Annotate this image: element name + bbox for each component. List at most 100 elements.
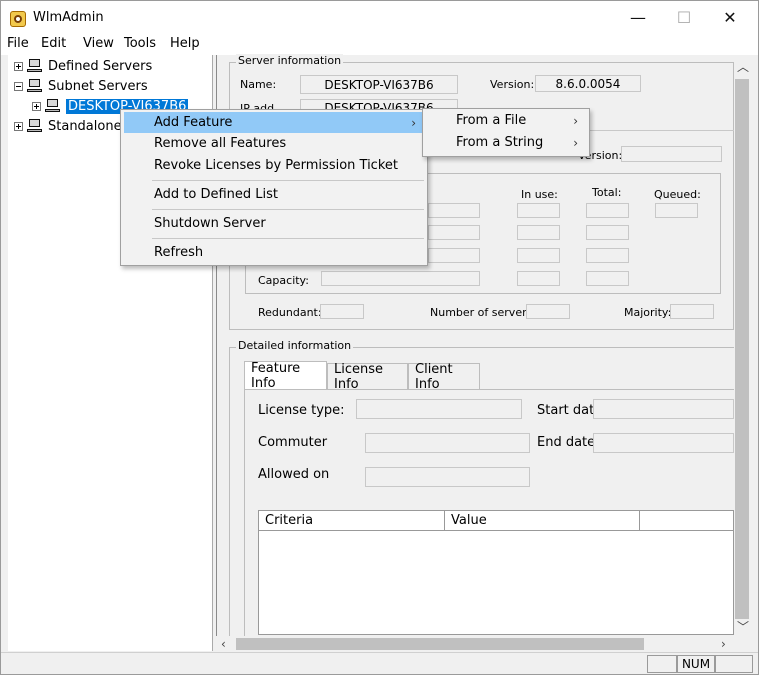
scroll-corner: [734, 636, 751, 652]
group-title: Server information: [236, 54, 344, 67]
menu-shutdown-server[interactable]: Shutdown Server: [124, 213, 426, 234]
allowed-on-field: [365, 467, 530, 487]
name-field: DESKTOP-VI637B6: [300, 75, 458, 94]
stat-field: [517, 248, 560, 263]
redundant-field: [320, 304, 364, 319]
submenu-arrow-icon: ›: [573, 113, 578, 128]
tab-client-info[interactable]: Client Info: [408, 362, 480, 392]
tree-item-defined-servers[interactable]: Defined Servers: [14, 56, 152, 76]
start-date-field: [593, 399, 734, 419]
stat-field: [655, 203, 698, 218]
menu-tools[interactable]: Tools: [124, 36, 156, 51]
status-bar: NUM: [1, 652, 758, 674]
scroll-right-icon[interactable]: ›: [721, 637, 726, 651]
stat-field: [428, 203, 480, 218]
num-servers-label: Number of servers:: [430, 306, 537, 319]
menu-bar: File Edit View Tools Help: [1, 33, 758, 55]
menu-view[interactable]: View: [83, 36, 114, 51]
commuter-label: Commuter: [258, 435, 328, 450]
column-empty[interactable]: [640, 511, 735, 531]
queued-label: Queued:: [654, 188, 701, 201]
criteria-list[interactable]: Criteria Value: [258, 510, 735, 635]
menu-separator: [152, 209, 424, 210]
version-label: Version:: [490, 78, 535, 91]
menu-remove-all-features[interactable]: Remove all Features: [124, 133, 426, 154]
menu-revoke-licenses[interactable]: Revoke Licenses by Permission Ticket: [124, 155, 426, 176]
end-date-field: [593, 433, 734, 453]
stat-field: [586, 203, 629, 218]
menu-add-to-defined-list[interactable]: Add to Defined List: [124, 184, 426, 205]
app-icon: [10, 11, 26, 27]
tree-item-subnet-servers[interactable]: Subnet Servers: [14, 76, 148, 96]
commuter-field: [365, 433, 530, 453]
scroll-up-icon[interactable]: ︿: [737, 58, 749, 75]
menu-help[interactable]: Help: [170, 36, 200, 51]
menu-file[interactable]: File: [7, 36, 29, 51]
version-field: 8.6.0.0054: [535, 75, 641, 92]
server-group-icon: [26, 58, 44, 74]
menu-separator: [152, 238, 424, 239]
name-label: Name:: [240, 78, 277, 91]
license-type-label: License type:: [258, 403, 345, 418]
allowed-on-label: Allowed on: [258, 467, 330, 482]
stat-field: [517, 203, 560, 218]
status-cell-empty: [647, 655, 677, 673]
minimize-button[interactable]: —: [615, 1, 661, 33]
collapse-icon[interactable]: [14, 81, 23, 91]
add-feature-submenu: From a File › From a String ›: [422, 108, 590, 157]
stat-field: [517, 271, 560, 286]
maximize-button[interactable]: ☐: [661, 1, 707, 33]
server-group-icon: [26, 78, 44, 94]
context-menu: Add Feature › Remove all Features Revoke …: [120, 109, 428, 266]
majority-field: [670, 304, 714, 319]
column-criteria[interactable]: Criteria: [259, 511, 445, 531]
stat-field: [586, 248, 629, 263]
stat-field: [586, 225, 629, 240]
in-use-label: In use:: [521, 188, 558, 201]
close-button[interactable]: ✕: [707, 1, 753, 33]
end-date-label: End date:: [537, 435, 600, 450]
total-label: Total:: [592, 186, 622, 199]
server-group-icon: [26, 118, 44, 134]
license-type-field: [356, 399, 522, 419]
submenu-arrow-icon: ›: [573, 135, 578, 150]
server-icon: [44, 98, 62, 114]
vertical-scroll-thumb[interactable]: [735, 79, 749, 619]
status-cell-empty: [715, 655, 753, 673]
num-servers-field: [526, 304, 570, 319]
capacity-field: [321, 271, 480, 286]
tree-label: Defined Servers: [48, 58, 153, 74]
menu-from-a-string[interactable]: From a String ›: [426, 132, 588, 153]
version2-field: [621, 146, 722, 162]
capacity-label: Capacity:: [258, 274, 309, 287]
column-value[interactable]: Value: [445, 511, 640, 531]
horizontal-scroll-thumb[interactable]: [236, 638, 644, 650]
stat-field: [428, 225, 480, 240]
stat-field: [517, 225, 560, 240]
tab-license-info[interactable]: License Info: [327, 362, 408, 392]
stat-field: [586, 271, 629, 286]
tree-label: Subnet Servers: [48, 78, 148, 94]
tree-label: Standalone: [48, 118, 122, 134]
tab-feature-info[interactable]: Feature Info: [244, 361, 327, 391]
expand-icon[interactable]: [14, 121, 23, 131]
expand-icon[interactable]: [14, 61, 23, 71]
menu-separator: [152, 180, 424, 181]
submenu-arrow-icon: ›: [411, 115, 416, 130]
status-num: NUM: [677, 655, 715, 673]
title-bar: WlmAdmin — ☐ ✕: [1, 1, 758, 33]
menu-edit[interactable]: Edit: [41, 36, 66, 51]
redundant-label: Redundant:: [258, 306, 322, 319]
scroll-left-icon[interactable]: ‹: [221, 637, 226, 651]
scroll-down-icon[interactable]: ﹀: [737, 618, 749, 635]
menu-from-a-file[interactable]: From a File ›: [426, 110, 588, 131]
main-window: WlmAdmin — ☐ ✕ File Edit View Tools Help…: [0, 0, 759, 675]
menu-refresh[interactable]: Refresh: [124, 242, 426, 263]
stat-field: [428, 248, 480, 263]
tree-item-standalone[interactable]: Standalone: [14, 116, 122, 136]
window-title: WlmAdmin: [33, 10, 104, 25]
majority-label: Majority:: [624, 306, 672, 319]
group-title: Detailed information: [236, 339, 354, 352]
expand-icon[interactable]: [32, 101, 41, 111]
menu-add-feature[interactable]: Add Feature ›: [124, 112, 426, 133]
